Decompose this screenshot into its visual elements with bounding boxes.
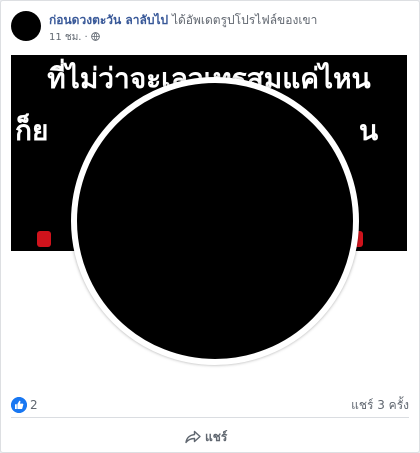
post-meta: 11 ชม. · <box>49 31 100 44</box>
author-name-link[interactable]: ก่อนดวงตะวัน ลาลับไป <box>49 13 168 27</box>
share-button-label: แชร์ <box>205 429 228 444</box>
post-title-line: ก่อนดวงตะวัน ลาลับไป ได้อัพเดตรูปโปรไฟล์… <box>49 13 317 28</box>
thumbs-up-icon[interactable] <box>11 397 27 413</box>
post-timestamp[interactable]: 11 ชม. <box>49 32 81 43</box>
reaction-bar: 2 แชร์ 3 ครั้ง <box>11 393 409 418</box>
profile-photo-update[interactable]: ที่ไม่ว่าจะเลวเทรสมแค่ไหน ก็ย น <box>11 55 407 391</box>
post-header: ก่อนดวงตะวัน ลาลับไป ได้อัพเดตรูปโปรไฟล์… <box>11 7 409 47</box>
post-card: ก่อนดวงตะวัน ลาลับไป ได้อัพเดตรูปโปรไฟล์… <box>0 0 420 453</box>
profile-picture-circle[interactable] <box>71 77 359 365</box>
share-count[interactable]: แชร์ 3 ครั้ง <box>351 397 409 413</box>
like-count[interactable]: 2 <box>30 397 38 413</box>
cover-text-line2-end: น <box>359 114 379 147</box>
meta-separator: · <box>84 32 88 43</box>
action-bar: แชร์ <box>11 423 409 451</box>
cover-text-line2-start: ก็ย <box>15 114 49 147</box>
cover-red-mark-left <box>37 231 51 247</box>
globe-icon[interactable] <box>90 32 100 41</box>
share-button[interactable]: แชร์ <box>185 427 227 447</box>
share-arrow-icon <box>185 430 201 444</box>
post-action-text: ได้อัพเดตรูปโปรไฟล์ของเขา <box>171 13 318 27</box>
avatar[interactable] <box>11 11 41 41</box>
